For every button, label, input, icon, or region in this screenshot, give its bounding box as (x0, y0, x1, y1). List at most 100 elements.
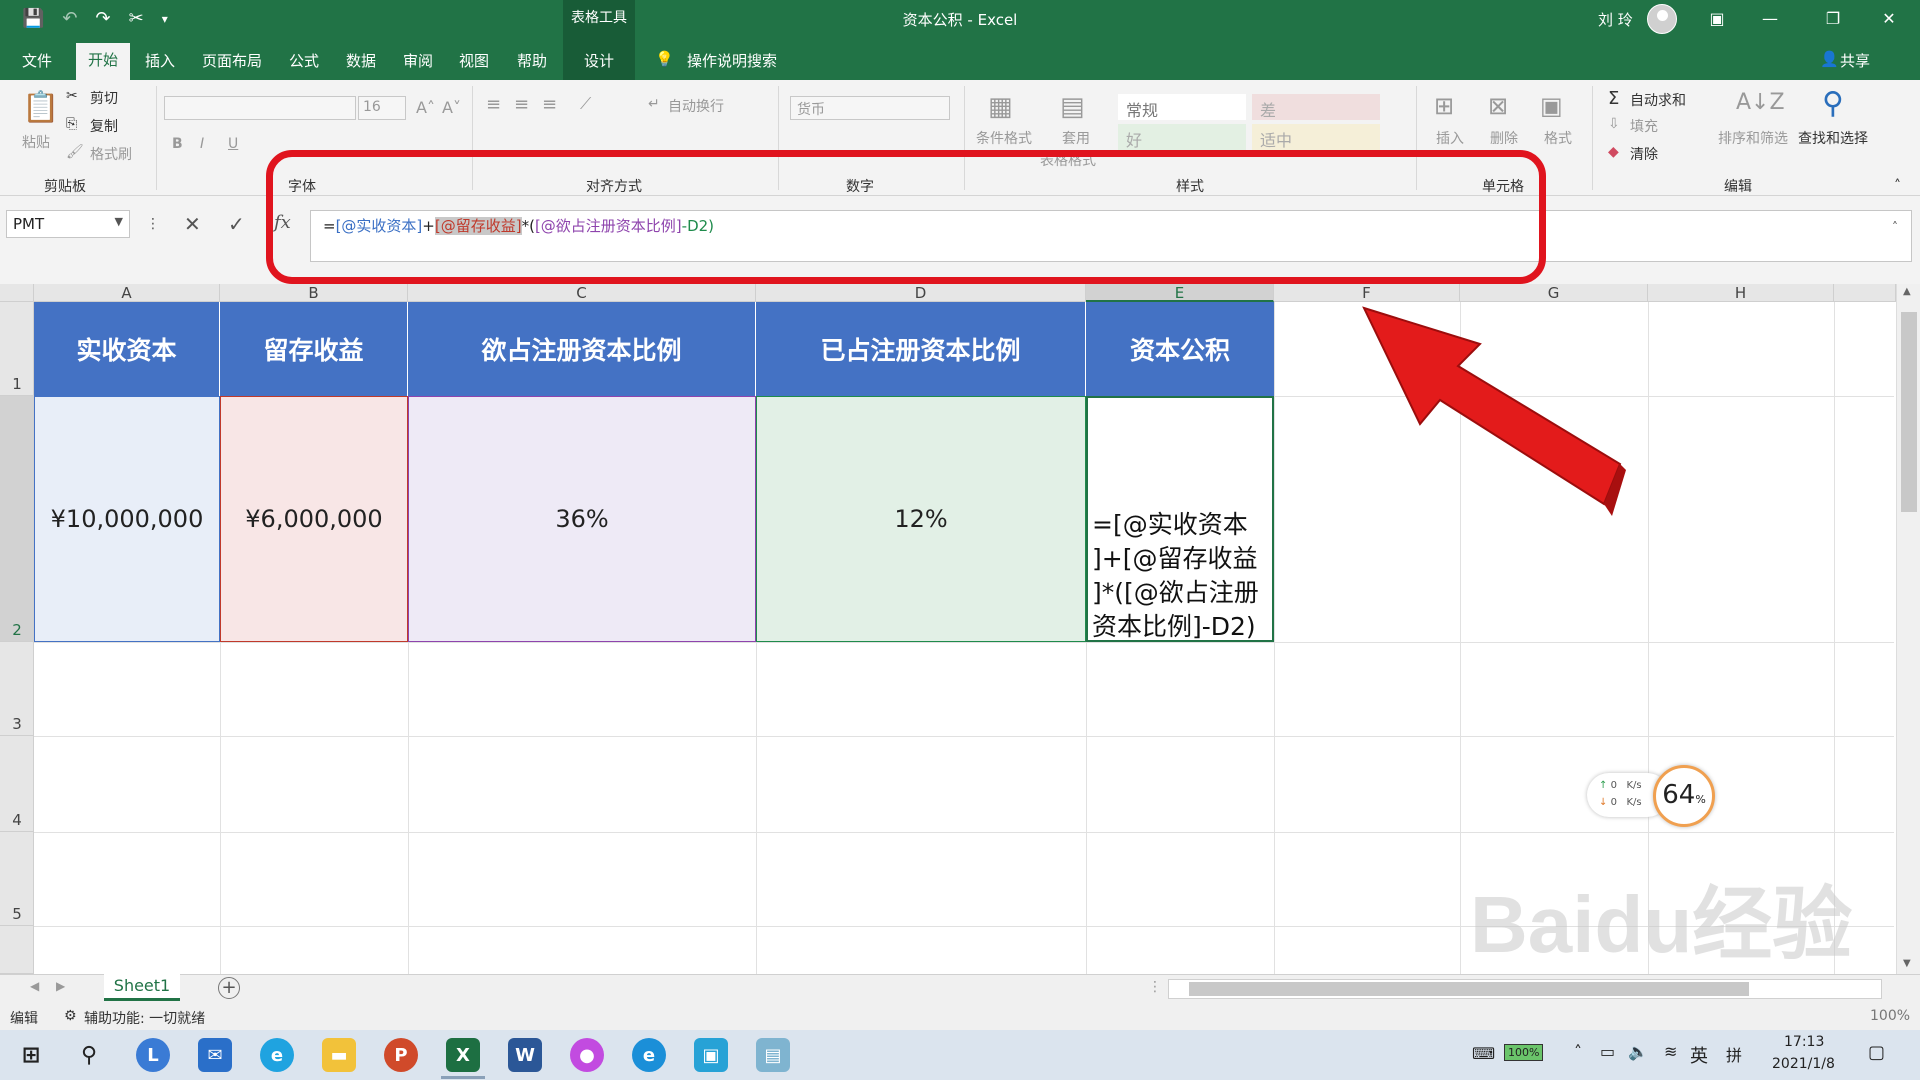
format-cells-button[interactable]: 格式 (1544, 128, 1572, 148)
notification-icon[interactable]: ▢ (1868, 1042, 1885, 1063)
paint-icon[interactable]: ● (570, 1038, 604, 1072)
cut-button[interactable]: 剪切 (90, 88, 118, 108)
horizontal-scrollbar[interactable] (1168, 979, 1882, 999)
orientation-icon[interactable]: ⟋ (580, 94, 591, 114)
battery-icon[interactable]: 100% (1504, 1044, 1544, 1061)
tab-help[interactable]: 帮助 (517, 50, 547, 71)
vertical-scrollbar[interactable]: ▲ ▼ (1896, 284, 1920, 974)
row-header-5[interactable]: 5 (0, 832, 34, 926)
copy-button[interactable]: 复制 (90, 116, 118, 136)
redo-icon[interactable]: ↷ (96, 8, 111, 29)
collapse-ribbon-icon[interactable]: ˄ (1894, 178, 1901, 194)
active-editing-cell[interactable]: =[@实收资本 ]+[@留存收益 ]*([@欲占注册 资本比例]-D2) (1086, 396, 1274, 642)
network-speed-widget[interactable]: ↑ 0 K/s ↓ 0 K/s 64% (1587, 765, 1719, 827)
volume-icon[interactable]: 🔈 (1628, 1042, 1648, 1061)
paste-icon[interactable]: 📋 (22, 90, 59, 125)
customize-icon[interactable]: ▾ (162, 12, 168, 29)
worksheet-grid[interactable]: A B C D E F G H 1 2 3 4 5 实收资本 留存收益 欲占注册… (0, 284, 1920, 974)
clock-time[interactable]: 17:13 (1784, 1034, 1824, 1050)
undo-icon[interactable]: ↶ (62, 8, 77, 29)
select-all-corner[interactable] (0, 284, 34, 302)
prev-sheet-icon[interactable]: ◀ (30, 979, 39, 993)
style-neutral[interactable]: 适中 (1252, 124, 1380, 150)
folder-icon[interactable]: ▬ (322, 1038, 356, 1072)
table-header-cell[interactable]: 资本公积 (1086, 302, 1274, 396)
italic-icon[interactable]: I (200, 136, 204, 152)
search-icon[interactable]: ⚲ (72, 1038, 106, 1072)
column-header-d[interactable]: D (756, 284, 1086, 302)
table-header-cell[interactable]: 实收资本 (34, 302, 220, 396)
excel-icon[interactable]: X (446, 1038, 480, 1072)
tab-review[interactable]: 审阅 (403, 50, 433, 71)
save-icon[interactable]: 💾 (22, 8, 44, 29)
row-header-1[interactable]: 1 (0, 302, 34, 396)
conditional-format-button[interactable]: 条件格式 (976, 128, 1032, 148)
autosum-button[interactable]: 自动求和 (1630, 90, 1686, 110)
style-bad[interactable]: 差 (1252, 94, 1380, 120)
clear-button[interactable]: 清除 (1630, 144, 1658, 164)
enter-icon[interactable]: ✓ (228, 212, 245, 236)
sheet-tab-sheet1[interactable]: Sheet1 (104, 974, 180, 1001)
style-normal[interactable]: 常规 (1118, 94, 1246, 120)
word-icon[interactable]: W (508, 1038, 542, 1072)
avatar[interactable] (1647, 4, 1677, 34)
format-as-table-button[interactable]: 套用 (1062, 128, 1090, 148)
tab-home[interactable]: 开始 (76, 43, 131, 80)
expand-formula-icon[interactable]: ˄ (1892, 220, 1898, 234)
windows-start-icon[interactable]: ⊞ (14, 1038, 48, 1072)
name-box[interactable]: PMT ▼ (6, 210, 130, 238)
split-handle-icon[interactable]: ⋮ (1148, 979, 1162, 995)
scroll-thumb[interactable] (1901, 312, 1917, 512)
close-icon[interactable]: ✕ (1866, 4, 1912, 34)
user-name[interactable]: 刘 玲 (1598, 9, 1633, 30)
format-painter-button[interactable]: 格式刷 (90, 144, 132, 164)
tab-design[interactable]: 设计 (584, 50, 614, 71)
column-header-c[interactable]: C (408, 284, 756, 302)
share-button[interactable]: 共享 (1840, 50, 1870, 71)
align-top-icon[interactable]: ≡ (486, 94, 501, 115)
tell-me-search[interactable]: 操作说明搜索 (687, 50, 777, 71)
font-name-select[interactable] (164, 96, 356, 120)
row-header-3[interactable]: 3 (0, 642, 34, 736)
powerpoint-icon[interactable]: P (384, 1038, 418, 1072)
align-bottom-icon[interactable]: ≡ (542, 94, 557, 115)
table-header-cell[interactable]: 已占注册资本比例 (756, 302, 1086, 396)
row-header-2[interactable]: 2 (0, 396, 34, 642)
next-sheet-icon[interactable]: ▶ (56, 979, 65, 993)
column-header-a[interactable]: A (34, 284, 220, 302)
sort-filter-button[interactable]: 排序和筛选 (1718, 128, 1788, 148)
ime-language[interactable]: 英 (1690, 1042, 1708, 1068)
chevron-down-icon[interactable]: ▼ (115, 215, 123, 228)
mail-icon[interactable]: ✉ (198, 1038, 232, 1072)
tab-data[interactable]: 数据 (346, 50, 376, 71)
screenshot-app-icon[interactable]: ▣ (694, 1038, 728, 1072)
table-cell[interactable]: 12% (756, 396, 1086, 642)
insert-cells-button[interactable]: 插入 (1436, 128, 1464, 148)
column-header-b[interactable]: B (220, 284, 408, 302)
add-sheet-button[interactable]: + (218, 977, 240, 999)
edge-icon[interactable]: e (632, 1038, 666, 1072)
wrap-text-button[interactable]: 自动换行 (668, 96, 724, 116)
bold-icon[interactable]: B (172, 136, 183, 152)
grow-font-icon[interactable]: A˄ (416, 98, 435, 117)
lark-icon[interactable]: L (136, 1038, 170, 1072)
column-header-e[interactable]: E (1086, 284, 1274, 302)
horizontal-scroll-thumb[interactable] (1189, 982, 1749, 996)
power-icon[interactable]: ▭ (1600, 1042, 1615, 1061)
restore-icon[interactable]: ❐ (1810, 4, 1856, 34)
find-select-button[interactable]: 查找和选择 (1798, 128, 1868, 148)
cut-icon[interactable]: ✂ (129, 8, 144, 29)
tab-page-layout[interactable]: 页面布局 (202, 50, 262, 71)
insert-function-icon[interactable]: fx (274, 212, 291, 233)
clock-date[interactable]: 2021/1/8 (1772, 1056, 1835, 1072)
keyboard-icon[interactable]: ⌨ (1472, 1044, 1495, 1063)
chevron-up-icon[interactable]: ˄ (1574, 1042, 1582, 1061)
zoom-level[interactable]: 100% (1870, 1008, 1910, 1024)
table-cell[interactable]: 36% (408, 396, 756, 642)
paste-button[interactable]: 粘贴 (22, 132, 50, 152)
align-middle-icon[interactable]: ≡ (514, 94, 529, 115)
lightbulb-icon[interactable]: 💡 (655, 50, 674, 68)
table-cell[interactable]: ¥10,000,000 (34, 396, 220, 642)
tab-file[interactable]: 文件 (22, 50, 52, 71)
table-header-cell[interactable]: 欲占注册资本比例 (408, 302, 756, 396)
